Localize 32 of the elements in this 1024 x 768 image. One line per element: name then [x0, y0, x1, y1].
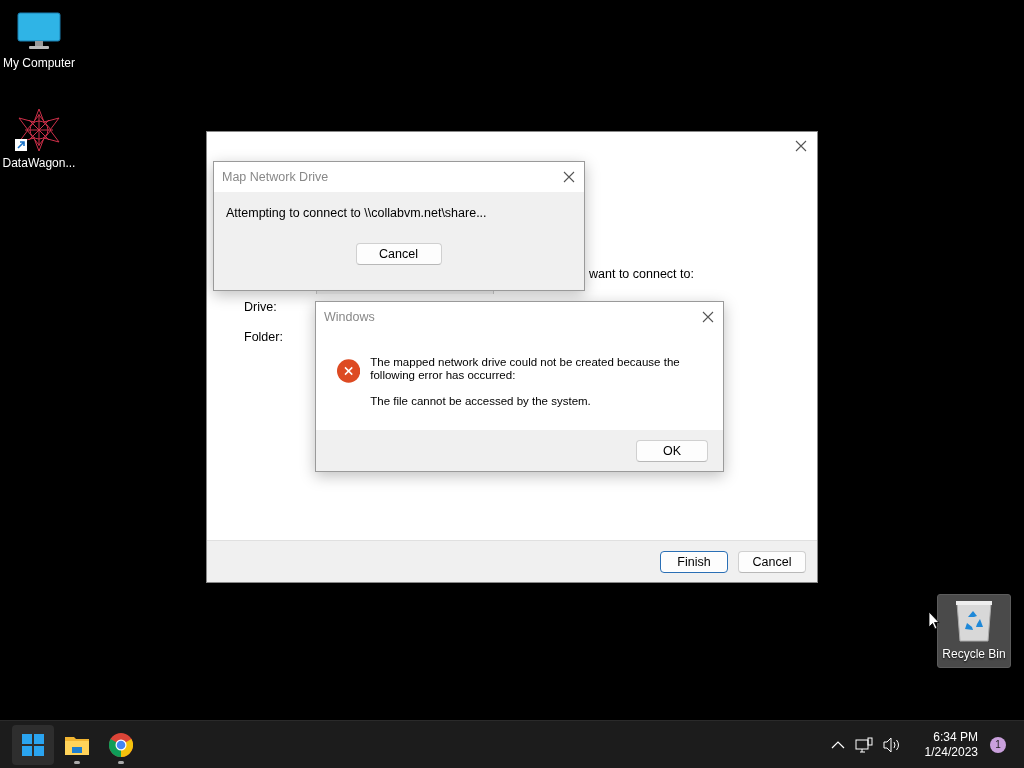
cancel-button[interactable]: Cancel [738, 550, 806, 573]
error-message: The mapped network drive could not be created because the following error has occurred: [370, 356, 681, 382]
speaker-icon[interactable] [882, 736, 901, 753]
clock[interactable]: 6:34 PM 1/24/2023 [924, 730, 978, 759]
close-icon[interactable] [795, 140, 807, 152]
window-title: Map Network Drive [222, 170, 329, 184]
windows-logo-icon [22, 733, 44, 756]
close-icon[interactable] [563, 171, 575, 183]
close-icon[interactable] [702, 311, 714, 323]
status-message: Attempting to connect to \\collabvm.net\share... [225, 205, 488, 220]
mouse-cursor-icon [928, 611, 940, 630]
error-detail: The file cannot be accessed by the system. [370, 395, 592, 408]
notification-badge[interactable]: 1 [990, 736, 1006, 753]
time-text: 6:34 PM [933, 730, 978, 744]
ok-button[interactable]: OK [636, 439, 708, 462]
finish-button[interactable]: Finish [660, 550, 728, 573]
instruction-text: want to connect to: [589, 267, 694, 281]
desktop-icon[interactable]: My Computer [2, 8, 76, 76]
star-pattern-icon [15, 108, 63, 152]
desktop-icon[interactable]: Recycle Bin [937, 594, 1011, 668]
chevron-up-icon[interactable] [830, 740, 845, 749]
recycle-bin-icon [954, 599, 994, 643]
network-icon[interactable] [854, 736, 873, 753]
desktop-icon[interactable]: DataWagon... [2, 104, 76, 176]
field-label: Folder: [244, 330, 284, 344]
field-label: Drive: [244, 300, 278, 314]
monitor-icon [17, 12, 61, 52]
taskbar-button[interactable] [12, 724, 54, 765]
date-text: 1/24/2023 [924, 745, 978, 759]
cancel-button[interactable]: Cancel [355, 243, 442, 265]
chrome-icon [109, 732, 133, 757]
window-title: Windows [324, 310, 375, 324]
